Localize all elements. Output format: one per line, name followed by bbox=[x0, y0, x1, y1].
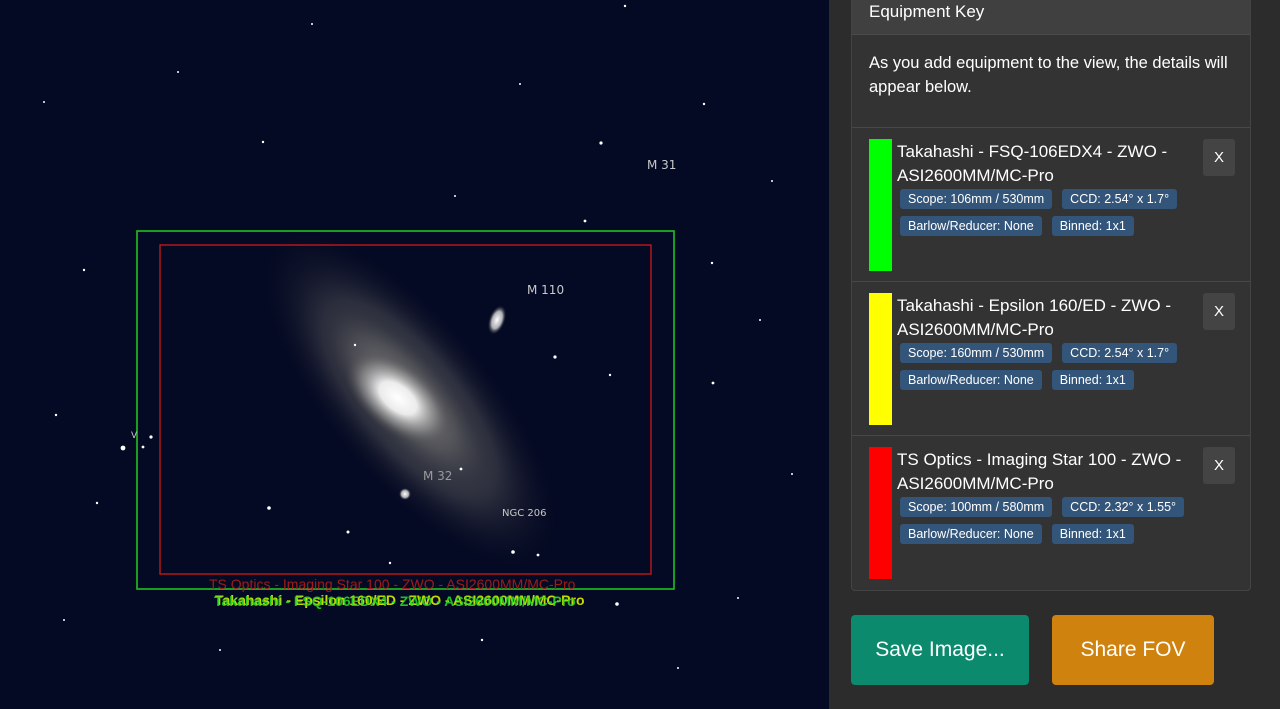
fov-calculator: M 31 M 110 M 32 NGC 206 V TS Optics - Im… bbox=[0, 0, 1280, 709]
color-swatch bbox=[869, 139, 892, 271]
fov-label-green: Takahashi - FSQ-106EDX4 - ZWO - ASI2600M… bbox=[214, 593, 576, 609]
color-swatch bbox=[869, 447, 892, 579]
barlow-badge: Barlow/Reducer: None bbox=[900, 524, 1042, 544]
label-m31: M 31 bbox=[647, 158, 677, 172]
ccd-badge: CCD: 2.54° x 1.7° bbox=[1062, 343, 1178, 363]
equipment-item: Takahashi - FSQ-106EDX4 - ZWO - ASI2600M… bbox=[852, 128, 1250, 282]
equipment-item: Takahashi - Epsilon 160/ED - ZWO - ASI26… bbox=[852, 282, 1250, 436]
scope-badge: Scope: 160mm / 530mm bbox=[900, 343, 1053, 363]
remove-equipment-button[interactable]: X bbox=[1203, 293, 1235, 330]
equipment-badges: Scope: 106mm / 530mm CCD: 2.54° x 1.7° B… bbox=[900, 189, 1200, 243]
equipment-badges: Scope: 160mm / 530mm CCD: 2.54° x 1.7° B… bbox=[900, 343, 1200, 397]
equipment-key-title: Equipment Key bbox=[852, 0, 1250, 35]
scope-badge: Scope: 100mm / 580mm bbox=[900, 497, 1053, 517]
ccd-badge: CCD: 2.32° x 1.55° bbox=[1062, 497, 1185, 517]
label-ngc206: NGC 206 bbox=[502, 508, 547, 519]
equipment-title: Takahashi - FSQ-106EDX4 - ZWO - ASI2600M… bbox=[897, 142, 1168, 185]
equipment-title: TS Optics - Imaging Star 100 - ZWO - ASI… bbox=[897, 450, 1182, 493]
share-fov-button[interactable]: Share FOV bbox=[1052, 615, 1214, 685]
barlow-badge: Barlow/Reducer: None bbox=[900, 370, 1042, 390]
remove-equipment-button[interactable]: X bbox=[1203, 139, 1235, 176]
m32-galaxy bbox=[399, 488, 411, 500]
m110-galaxy bbox=[487, 305, 507, 335]
binned-badge: Binned: 1x1 bbox=[1051, 524, 1134, 544]
equipment-key: Equipment Key As you add equipment to th… bbox=[851, 0, 1251, 591]
equipment-key-description: As you add equipment to the view, the de… bbox=[852, 35, 1250, 128]
label-m110: M 110 bbox=[527, 283, 565, 297]
scope-badge: Scope: 106mm / 530mm bbox=[900, 189, 1053, 209]
equipment-item: TS Optics - Imaging Star 100 - ZWO - ASI… bbox=[852, 436, 1250, 590]
equipment-badges: Scope: 100mm / 580mm CCD: 2.32° x 1.55° … bbox=[900, 497, 1200, 551]
andromeda-galaxy bbox=[264, 234, 556, 566]
binned-badge: Binned: 1x1 bbox=[1051, 370, 1134, 390]
binned-badge: Binned: 1x1 bbox=[1051, 216, 1134, 236]
sky-view[interactable]: M 31 M 110 M 32 NGC 206 V TS Optics - Im… bbox=[0, 0, 829, 709]
label-v: V bbox=[131, 431, 138, 441]
equipment-title: Takahashi - Epsilon 160/ED - ZWO - ASI26… bbox=[897, 296, 1171, 339]
remove-equipment-button[interactable]: X bbox=[1203, 447, 1235, 484]
label-m32: M 32 bbox=[423, 469, 453, 483]
color-swatch bbox=[869, 293, 892, 425]
save-image-button[interactable]: Save Image... bbox=[851, 615, 1029, 685]
barlow-badge: Barlow/Reducer: None bbox=[900, 216, 1042, 236]
fov-label-red: TS Optics - Imaging Star 100 - ZWO - ASI… bbox=[209, 576, 576, 592]
ccd-badge: CCD: 2.54° x 1.7° bbox=[1062, 189, 1178, 209]
